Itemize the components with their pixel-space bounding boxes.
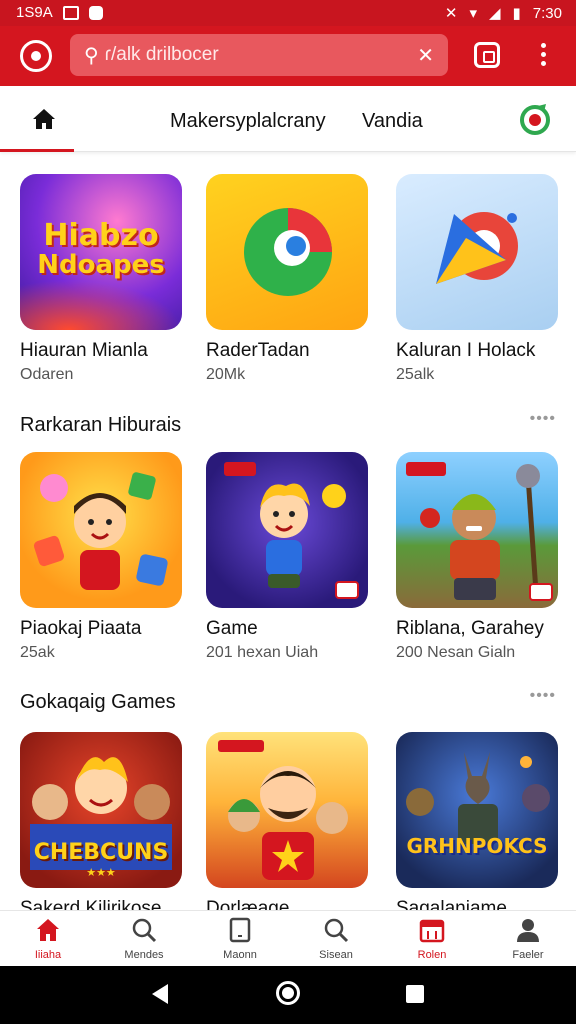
- game-card[interactable]: CHEBCUNS ★★★ Sakerd Kilirikose: [20, 732, 186, 919]
- search-query: ɾ/alk drilbocer: [104, 44, 219, 65]
- nav-item-calendar[interactable]: Rolen: [384, 917, 480, 961]
- tile-logo-text: CHEBCUNS: [33, 840, 169, 865]
- game-card[interactable]: GRHNPOKCS Sagalaniame: [396, 732, 562, 919]
- nav-label: Faeler: [512, 949, 544, 961]
- search-icon: [324, 918, 349, 943]
- top-app-bar: ⚲ ɾ/alk drilbocer ✕: [0, 26, 576, 86]
- wifi-icon: ▾: [469, 5, 477, 22]
- status-bar: 1S9A ✕ ▾ ◢ ▮ 7:30: [0, 0, 576, 26]
- nav-item-search-2[interactable]: Sisean: [288, 917, 384, 961]
- tile-logo-line-2: Ndoapes: [37, 250, 165, 280]
- game-card[interactable]: Game 201 hexan Uiah: [206, 452, 372, 661]
- tab-vandia[interactable]: Vandia: [362, 110, 423, 133]
- section-title: Rarkaran Hiburais: [20, 414, 182, 436]
- game-subtitle: 201 hexan Uiah: [206, 644, 319, 661]
- photo-notification-icon: [62, 5, 79, 20]
- battery-icon: ▮: [512, 5, 521, 22]
- app-card[interactable]: Kaluran I Holack 25alk: [396, 174, 562, 383]
- status-clock: 7:30: [532, 4, 562, 22]
- game-tile-image: [20, 452, 182, 608]
- nav-label: Maonn: [223, 949, 257, 961]
- nav-item-home[interactable]: Iiiaha: [0, 917, 96, 961]
- system-navigation-bar: [0, 966, 576, 1024]
- tile-logo-line-1: Hiabzo: [43, 218, 159, 253]
- section-title: Gokaqaig Games: [20, 691, 176, 713]
- more-options-icon[interactable]: ••••: [530, 410, 556, 428]
- game-title: Riblana, Garahey: [396, 618, 544, 639]
- app-logo-icon[interactable]: [20, 40, 52, 72]
- person-icon: [517, 919, 539, 942]
- back-icon[interactable]: [152, 984, 168, 1004]
- recent-apps-icon[interactable]: [406, 985, 424, 1003]
- fantasy-warrior-icon: [406, 752, 550, 844]
- tab-home[interactable]: [0, 86, 74, 152]
- game-card[interactable]: Piaokaj Piaata 25ak: [20, 452, 186, 661]
- tab-makers[interactable]: Makersyplalcrany: [170, 110, 326, 133]
- search-icon: [132, 918, 157, 943]
- more-menu-icon[interactable]: [530, 42, 556, 68]
- game-tile-image: GRHNPOKCS: [396, 732, 558, 888]
- nav-item-tablet[interactable]: Maonn: [192, 917, 288, 961]
- game-title: Piaokaj Piaata: [20, 618, 142, 639]
- app-notification-icon: [88, 5, 103, 20]
- tile-stars: ★★★: [86, 866, 116, 879]
- signal-icon: ◢: [488, 5, 501, 22]
- app-tile-image: [396, 174, 558, 330]
- nav-label: Sisean: [319, 949, 353, 961]
- game-title: Game: [206, 618, 258, 639]
- cartoon-man-icon: [218, 740, 348, 880]
- game-card[interactable]: Dorlæage: [206, 732, 372, 919]
- game-tile-image: [206, 732, 368, 888]
- game-subtitle: 25ak: [20, 644, 55, 661]
- app-title: RaderTadan: [206, 340, 310, 361]
- nav-label: Rolen: [417, 949, 447, 961]
- no-sound-icon: ✕: [444, 5, 458, 22]
- app-tile-image: Hiabzo Ndoapes: [20, 174, 182, 330]
- game-tile-image: [396, 452, 558, 608]
- more-options-icon[interactable]: ••••: [530, 687, 556, 705]
- clear-search-icon[interactable]: ✕: [417, 43, 434, 68]
- app-card[interactable]: RaderTadan 20Mk: [206, 174, 372, 383]
- status-time: 1S9A: [16, 4, 53, 21]
- app-title: Kaluran I Holack: [396, 340, 536, 361]
- game-tile-image: [206, 452, 368, 608]
- app-title: Hiauran Mianla: [20, 340, 148, 361]
- search-icon: ⚲: [84, 44, 99, 67]
- game-tile-image: CHEBCUNS ★★★: [20, 732, 182, 888]
- cartoon-warrior-icon: [406, 462, 553, 601]
- calendar-icon: [419, 919, 445, 943]
- game-subtitle: 200 Nesan Gialn: [396, 644, 516, 661]
- search-input[interactable]: ⚲ ɾ/alk drilbocer ✕: [70, 34, 448, 76]
- library-icon[interactable]: [474, 42, 500, 68]
- cartoon-boy-icon: [33, 472, 168, 590]
- nav-item-search[interactable]: Mendes: [96, 917, 192, 961]
- play-logo-icon: [436, 212, 518, 284]
- category-tabs: Makersyplalcrany Vandia: [0, 86, 576, 152]
- home-icon: [37, 919, 59, 941]
- nav-label: Iiiaha: [34, 949, 62, 961]
- app-subtitle: Odaren: [20, 366, 74, 383]
- home-icon: [33, 109, 55, 129]
- tile-logo-text: GRHNPOKCS: [406, 834, 548, 858]
- nav-label: Mendes: [124, 949, 164, 961]
- bottom-navigation: Iiiaha Mendes Maonn Sisean Rolen Faeler: [0, 910, 576, 966]
- tablet-icon: [229, 917, 251, 943]
- rewards-icon[interactable]: [518, 102, 552, 136]
- swirl-logo-icon: [244, 208, 332, 296]
- app-tile-image: [206, 174, 368, 330]
- app-card[interactable]: Hiabzo Ndoapes Hiauran Mianla Odaren: [20, 174, 186, 383]
- nav-item-profile[interactable]: Faeler: [480, 917, 576, 961]
- home-button-icon[interactable]: [276, 981, 300, 1005]
- app-subtitle: 25alk: [396, 366, 435, 383]
- app-subtitle: 20Mk: [206, 366, 246, 383]
- game-card[interactable]: Riblana, Garahey 200 Nesan Gialn: [396, 452, 562, 661]
- cartoon-hero-icon: [224, 462, 359, 599]
